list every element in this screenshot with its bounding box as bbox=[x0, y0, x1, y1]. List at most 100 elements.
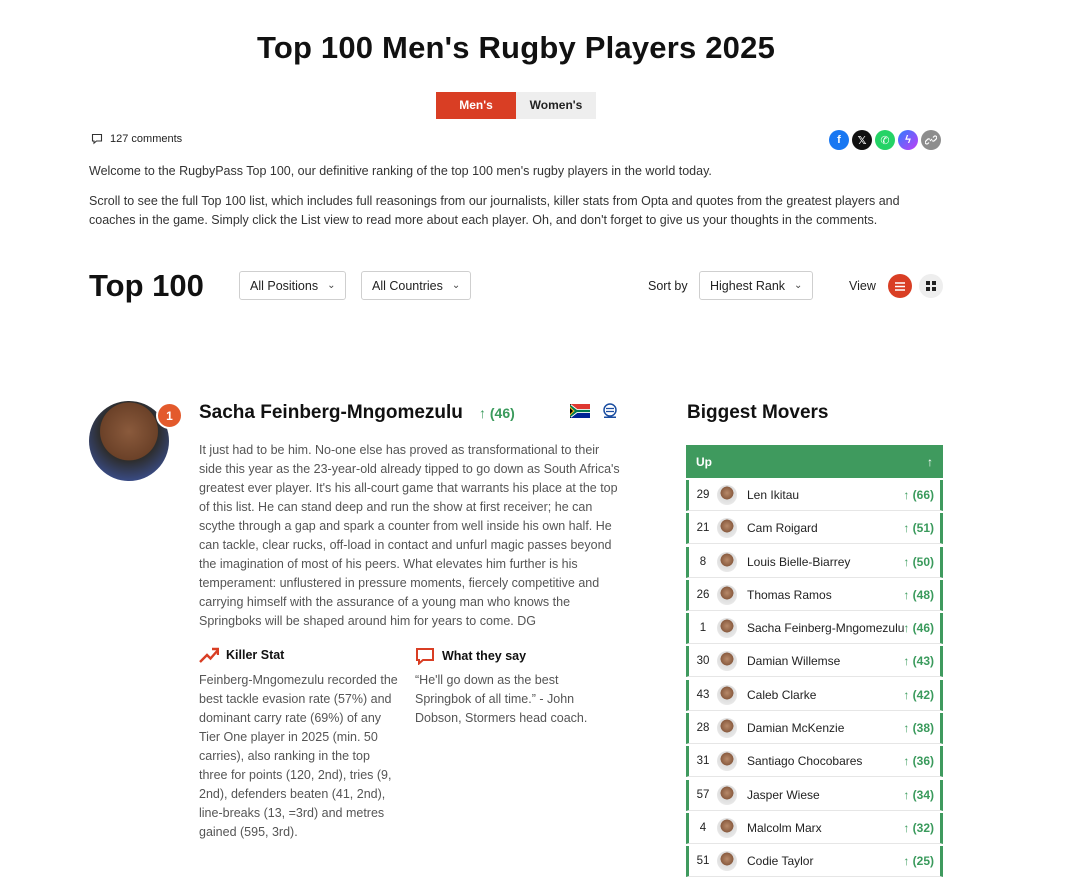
positions-dropdown[interactable]: All Positions ⌄ bbox=[239, 271, 347, 300]
mover-avatar bbox=[717, 851, 737, 872]
mover-avatar bbox=[717, 718, 737, 739]
mover-row[interactable]: 51 Codie Taylor ↑ (25) bbox=[686, 846, 943, 878]
player-bio: It just had to be him. No-one else has p… bbox=[199, 443, 620, 628]
list-icon bbox=[895, 281, 905, 291]
mover-change: ↑ (25) bbox=[903, 854, 934, 869]
mover-row[interactable]: 31 Santiago Chocobares ↑ (36) bbox=[686, 746, 943, 778]
mover-row[interactable]: 1 Sacha Feinberg-Mngomezulu ↑ (46) bbox=[686, 613, 943, 645]
mover-avatar bbox=[717, 518, 737, 539]
mover-row[interactable]: 8 Louis Bielle-Biarrey ↑ (50) bbox=[686, 546, 943, 578]
tab-mens[interactable]: Men's bbox=[436, 92, 516, 119]
mover-rank: 51 bbox=[696, 855, 710, 868]
mover-change: ↑ (48) bbox=[903, 587, 934, 602]
mover-avatar bbox=[717, 551, 737, 572]
mover-avatar bbox=[717, 651, 737, 672]
arrow-up-icon: ↑ bbox=[479, 405, 486, 421]
arrow-up-icon: ↑ bbox=[903, 787, 913, 802]
mover-rank: 8 bbox=[699, 555, 707, 568]
mover-avatar bbox=[717, 618, 737, 639]
mover-change: ↑ (38) bbox=[903, 721, 934, 736]
club-logo-icon bbox=[603, 403, 617, 418]
mover-rank: 1 bbox=[699, 622, 707, 635]
gender-tabs: Men's Women's bbox=[436, 92, 596, 119]
mover-row[interactable]: 43 Caleb Clarke ↑ (42) bbox=[686, 679, 943, 711]
arrow-up-icon: ↑ bbox=[903, 820, 913, 835]
comments-count: 127 comments bbox=[110, 133, 183, 145]
south-africa-flag-icon bbox=[570, 404, 590, 418]
arrow-up-icon: ↑ bbox=[903, 721, 913, 736]
mover-row[interactable]: 30 Damian Willemse ↑ (43) bbox=[686, 646, 943, 678]
mover-row[interactable]: 26 Thomas Ramos ↑ (48) bbox=[686, 579, 943, 611]
arrow-up-icon: ↑ bbox=[903, 521, 913, 536]
mover-change: ↑ (42) bbox=[903, 687, 934, 702]
mover-rank: 28 bbox=[696, 722, 710, 735]
mover-avatar bbox=[717, 784, 737, 805]
sort-dropdown[interactable]: Highest Rank ⌄ bbox=[699, 271, 814, 300]
list-view-button[interactable] bbox=[888, 274, 912, 298]
tab-womens[interactable]: Women's bbox=[516, 92, 596, 119]
mover-rank: 57 bbox=[696, 788, 710, 801]
mover-change: ↑ (36) bbox=[903, 754, 934, 769]
arrow-up-icon: ↑ bbox=[903, 587, 913, 602]
killer-stat-heading: Killer Stat bbox=[199, 647, 284, 663]
view-label: View bbox=[849, 279, 876, 293]
countries-dropdown[interactable]: All Countries ⌄ bbox=[361, 271, 472, 300]
grid-icon bbox=[926, 281, 936, 291]
mover-row[interactable]: 57 Jasper Wiese ↑ (34) bbox=[686, 779, 943, 811]
arrow-up-icon: ↑ bbox=[927, 454, 933, 469]
arrow-up-icon: ↑ bbox=[903, 488, 913, 502]
arrow-up-icon: ↑ bbox=[903, 621, 913, 636]
page-title: Top 100 Men's Rugby Players 2025 bbox=[256, 30, 776, 65]
mover-avatar bbox=[717, 751, 737, 772]
comment-icon bbox=[91, 133, 103, 145]
mover-rank: 43 bbox=[696, 688, 710, 701]
sort-label: Sort by bbox=[648, 279, 688, 293]
movers-up-header[interactable]: Up ↑ bbox=[686, 445, 943, 478]
trending-up-icon bbox=[199, 647, 219, 663]
speech-bubble-icon bbox=[416, 648, 434, 665]
killer-stat-text: Feinberg-Mngomezulu recorded the best ta… bbox=[199, 673, 398, 839]
mover-rank: 31 bbox=[696, 755, 710, 768]
mover-change: ↑ (66) bbox=[903, 488, 934, 502]
mover-avatar bbox=[717, 817, 737, 838]
mover-avatar bbox=[717, 684, 737, 705]
quote-text: “He'll go down as the best Springbok of … bbox=[415, 673, 588, 725]
mover-row[interactable]: 4 Malcolm Marx ↑ (32) bbox=[686, 812, 943, 844]
quote-heading: What they say bbox=[415, 647, 526, 665]
intro-paragraph-1: Welcome to the RugbyPass Top 100, our de… bbox=[89, 164, 712, 178]
intro-paragraph-2: Scroll to see the full Top 100 list, whi… bbox=[89, 194, 900, 227]
mover-change: ↑ (43) bbox=[903, 654, 934, 669]
link-icon[interactable] bbox=[921, 130, 941, 150]
rank-badge: 1 bbox=[156, 402, 183, 429]
biggest-movers-title: Biggest Movers bbox=[687, 402, 829, 423]
mover-rank: 26 bbox=[696, 588, 710, 601]
mover-change: ↑ (32) bbox=[903, 820, 934, 835]
mover-change: ↑ (51) bbox=[903, 521, 934, 536]
chevron-down-icon: ⌄ bbox=[327, 280, 336, 291]
arrow-up-icon: ↑ bbox=[903, 754, 913, 769]
mover-row[interactable]: 29 Len Ikitau ↑ (66) bbox=[686, 480, 943, 511]
chevron-down-icon: ⌄ bbox=[451, 280, 461, 291]
mover-row[interactable]: 28 Damian McKenzie ↑ (38) bbox=[686, 713, 943, 745]
arrow-up-icon: ↑ bbox=[903, 654, 913, 669]
share-bar: f 𝕏 ✆ ϟ bbox=[829, 130, 941, 150]
mover-row[interactable]: 21 Cam Roigard ↑ (51) bbox=[686, 513, 943, 545]
player-rank-change: ↑ (46) bbox=[479, 405, 515, 421]
facebook-icon[interactable]: f bbox=[829, 130, 849, 150]
arrow-up-icon: ↑ bbox=[903, 554, 913, 569]
mover-avatar bbox=[717, 584, 737, 605]
mover-change: ↑ (50) bbox=[903, 554, 934, 569]
grid-view-button[interactable] bbox=[919, 274, 943, 298]
comments-link[interactable]: 127 comments bbox=[91, 133, 182, 145]
mover-rank: 21 bbox=[696, 522, 710, 535]
messenger-icon[interactable]: ϟ bbox=[898, 130, 918, 150]
arrow-up-icon: ↑ bbox=[903, 854, 913, 869]
x-icon[interactable]: 𝕏 bbox=[852, 130, 872, 150]
movers-list: 29 Len Ikitau ↑ (66) 21 Cam Roigard ↑ (51) 8 Lo… bbox=[686, 480, 943, 880]
mover-rank: 29 bbox=[696, 489, 710, 501]
mover-avatar bbox=[717, 485, 737, 505]
chevron-down-icon: ⌄ bbox=[794, 280, 803, 291]
whatsapp-icon[interactable]: ✆ bbox=[875, 130, 895, 150]
player-name[interactable]: Sacha Feinberg-Mngomezulu bbox=[199, 402, 463, 424]
mover-change: ↑ (34) bbox=[903, 787, 934, 802]
